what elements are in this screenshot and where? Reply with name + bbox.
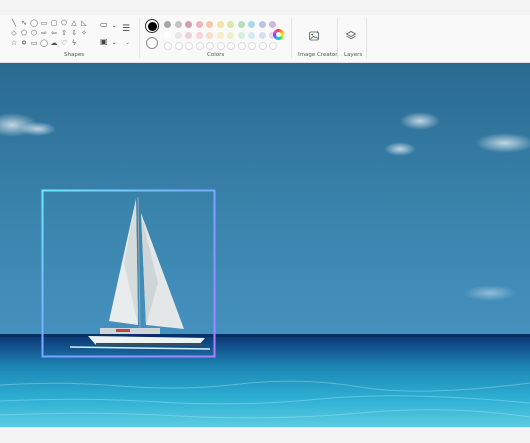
- image-creator-button[interactable]: [308, 27, 320, 41]
- palette-color-swatch[interactable]: [269, 21, 276, 28]
- cloud: [384, 142, 416, 156]
- right-triangle-shape-icon[interactable]: ◺: [80, 19, 88, 27]
- custom-color-slot[interactable]: [185, 42, 193, 50]
- chevron-down-icon: ⌄: [125, 39, 131, 46]
- left-arrow-shape-icon[interactable]: ⇦: [50, 29, 58, 37]
- rectangle-shape-icon[interactable]: ▭: [40, 19, 48, 27]
- oval-shape-icon[interactable]: ◯: [30, 19, 38, 27]
- palette-color-swatch[interactable]: [248, 21, 255, 28]
- custom-color-slot[interactable]: [174, 42, 183, 50]
- chevron-down-icon: ⌄: [111, 39, 117, 46]
- size-button[interactable]: ☰: [122, 24, 130, 34]
- image-creator-group-label: Image Creator: [298, 52, 338, 58]
- cloud: [20, 122, 56, 136]
- hexagon-shape-icon[interactable]: ⬡: [30, 29, 38, 37]
- title-bar: [0, 0, 530, 15]
- callout-rect-shape-icon[interactable]: ▭: [30, 39, 38, 47]
- palette-color-swatch[interactable]: [216, 32, 224, 39]
- palette-color-swatch[interactable]: [258, 21, 266, 28]
- heart-shape-icon[interactable]: ♡: [60, 39, 68, 47]
- up-arrow-shape-icon[interactable]: ⇧: [60, 29, 68, 37]
- palette-color-swatch[interactable]: [227, 21, 234, 28]
- shape-fill-dropdown[interactable]: ▣ ⌄: [100, 37, 117, 48]
- pentagon-shape-icon[interactable]: ⬠: [20, 29, 28, 37]
- layers-button[interactable]: [345, 27, 357, 40]
- custom-color-slot[interactable]: [164, 42, 172, 50]
- diamond-shape-icon[interactable]: ◇: [10, 29, 18, 37]
- palette-color-swatch[interactable]: [195, 21, 203, 28]
- ribbon-divider: [337, 18, 338, 58]
- rounded-rectangle-shape-icon[interactable]: ▢: [50, 19, 58, 27]
- five-point-star-shape-icon[interactable]: ☆: [10, 39, 18, 47]
- colors-group-label: Colors: [207, 52, 225, 58]
- palette-color-swatch[interactable]: [185, 21, 192, 28]
- ribbon-divider: [366, 18, 367, 58]
- palette-color-swatch[interactable]: [164, 21, 171, 28]
- horizon-line: [0, 334, 530, 337]
- palette-color-swatch[interactable]: [206, 21, 213, 28]
- polygon-shape-icon[interactable]: ⬠: [60, 19, 68, 27]
- six-point-star-shape-icon[interactable]: ✡: [20, 39, 28, 47]
- palette-color-swatch[interactable]: [237, 21, 245, 28]
- ribbon-divider: [291, 18, 292, 58]
- shapes-group-label: Shapes: [64, 52, 85, 58]
- palette-color-swatch[interactable]: [185, 32, 192, 39]
- palette-color-swatch[interactable]: [258, 32, 266, 39]
- primary-color-fill: [147, 21, 157, 31]
- custom-color-slot[interactable]: [216, 42, 225, 50]
- ribbon-toolbar: ╲ ∿ ◯ ▭ ▢ ⬠ △ ◺ ◇ ⬠ ⬡ ⇨ ⇦ ⇧ ⇩ ✧ ☆ ✡ ▭ ◯ ☁ ♡ ϟ Shapes ▭ ⌄ ▣ ⌄ ☰ ⌄…: [0, 15, 530, 63]
- shapes-gallery: ╲ ∿ ◯ ▭ ▢ ⬠ △ ◺ ◇ ⬠ ⬡ ⇨ ⇦ ⇧ ⇩ ✧ ☆ ✡ ▭ ◯ ☁ ♡ ϟ: [10, 19, 94, 49]
- sailboat-photo: [0, 63, 530, 427]
- primary-color-swatch[interactable]: [145, 19, 159, 33]
- sky: [0, 63, 530, 337]
- palette-color-swatch[interactable]: [174, 32, 182, 39]
- palette-color-swatch[interactable]: [248, 32, 255, 39]
- palette-color-swatch[interactable]: [206, 32, 213, 39]
- cloud: [464, 285, 516, 301]
- secondary-color-swatch[interactable]: [146, 37, 158, 49]
- outline-style-icon: ▭: [100, 20, 108, 29]
- drawing-canvas[interactable]: [0, 63, 530, 427]
- ribbon-divider: [139, 18, 140, 58]
- fill-style-icon: ▣: [100, 37, 108, 46]
- palette-color-swatch[interactable]: [195, 32, 203, 39]
- line-shape-icon[interactable]: ╲: [10, 19, 18, 27]
- edit-colors-button[interactable]: [273, 29, 284, 40]
- callout-oval-shape-icon[interactable]: ◯: [40, 39, 48, 47]
- custom-color-slot[interactable]: [195, 42, 204, 50]
- palette-color-swatch[interactable]: [227, 32, 234, 39]
- image-creator-icon: [309, 30, 319, 41]
- cloud: [400, 112, 440, 130]
- lightning-shape-icon[interactable]: ϟ: [70, 39, 78, 47]
- custom-color-slot[interactable]: [269, 42, 277, 50]
- custom-color-slot[interactable]: [227, 42, 235, 50]
- palette-color-swatch[interactable]: [237, 32, 245, 39]
- palette-color-swatch[interactable]: [174, 21, 182, 28]
- right-arrow-shape-icon[interactable]: ⇨: [40, 29, 48, 37]
- size-lines-icon: ☰: [122, 24, 131, 34]
- shape-outline-dropdown[interactable]: ▭ ⌄: [100, 20, 117, 31]
- custom-color-slot[interactable]: [237, 42, 246, 50]
- layers-group-label: Layers: [344, 52, 363, 58]
- triangle-shape-icon[interactable]: △: [70, 19, 78, 27]
- status-bar: [0, 427, 530, 443]
- callout-cloud-shape-icon[interactable]: ☁: [50, 39, 58, 47]
- size-chevron[interactable]: ⌄: [125, 38, 130, 48]
- four-point-star-shape-icon[interactable]: ✧: [80, 29, 88, 37]
- down-arrow-shape-icon[interactable]: ⇩: [70, 29, 78, 37]
- custom-color-slot[interactable]: [258, 42, 267, 50]
- custom-color-slot[interactable]: [206, 42, 214, 50]
- custom-color-slot[interactable]: [248, 42, 256, 50]
- curve-shape-icon[interactable]: ∿: [20, 19, 28, 27]
- palette-color-swatch[interactable]: [216, 21, 224, 28]
- chevron-down-icon: ⌄: [111, 22, 117, 29]
- layers-icon: [345, 31, 357, 40]
- palette-color-swatch[interactable]: [164, 32, 171, 39]
- color-wheel-icon: [276, 32, 281, 37]
